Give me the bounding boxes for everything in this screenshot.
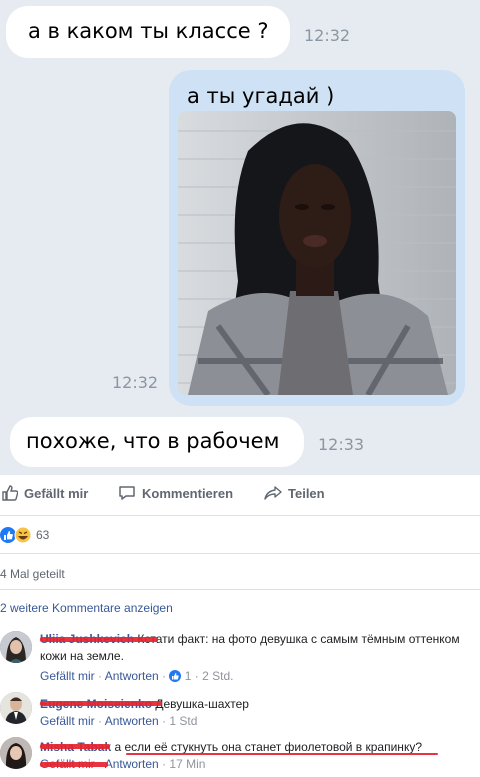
avatar-image xyxy=(0,692,32,724)
share-label: Teilen xyxy=(288,485,325,501)
comment-text: а если её стукнуть она станет фиолетовой… xyxy=(114,740,422,754)
share-icon xyxy=(264,486,282,500)
like-reaction-icon xyxy=(169,670,182,682)
comment: Eugene Moiseienko Девушка-шахтер Gefällt… xyxy=(0,692,480,732)
avatar[interactable] xyxy=(0,692,32,724)
post-action-bar: Gefällt mir Kommentieren Teilen xyxy=(0,475,480,513)
portrait-image xyxy=(178,111,456,395)
avatar-image xyxy=(0,737,32,769)
comment-meta: Gefällt mir · Antworten · 1 · 2 Std. xyxy=(40,669,234,683)
reaction-icons xyxy=(0,526,32,544)
message-time: 12:32 xyxy=(304,26,351,45)
chat-screenshot: а в каком ты классе ? 12:32 а ты угадай … xyxy=(0,0,480,475)
more-comments-link[interactable]: 2 weitere Kommentare anzeigen xyxy=(0,601,480,615)
message-text: похоже, что в рабочем xyxy=(26,429,280,453)
reaction-count: 63 xyxy=(36,528,50,542)
comment-age[interactable]: 17 Min xyxy=(169,757,205,771)
comment-reply-link[interactable]: Antworten xyxy=(105,669,159,683)
divider xyxy=(0,515,480,516)
comment-meta: Gefällt mir · Antworten · 1 Std xyxy=(40,714,198,728)
comment-like-link[interactable]: Gefällt mir xyxy=(40,714,95,728)
redaction-mark xyxy=(40,762,108,767)
redaction-mark xyxy=(40,701,162,706)
comment-reply-link[interactable]: Antworten xyxy=(105,757,159,771)
divider xyxy=(0,589,480,590)
comment-age[interactable]: 1 Std xyxy=(169,714,197,728)
message-text: а в каком ты классе ? xyxy=(28,19,269,43)
post-footer: Gefällt mir Kommentieren Teilen 63 4 Mal… xyxy=(0,475,480,771)
like-button[interactable]: Gefällt mir xyxy=(2,485,88,501)
comment-label: Kommentieren xyxy=(142,485,234,501)
underline-mark xyxy=(126,753,438,755)
like-label: Gefällt mir xyxy=(24,485,89,501)
comment-icon xyxy=(119,486,135,500)
share-button[interactable]: Teilen xyxy=(264,485,325,501)
redaction-mark xyxy=(40,744,110,749)
comment-button[interactable]: Kommentieren xyxy=(118,485,233,501)
avatar[interactable] xyxy=(0,737,32,769)
avatar[interactable] xyxy=(0,631,32,663)
divider xyxy=(0,553,480,554)
shares-count[interactable]: 4 Mal geteilt xyxy=(0,567,480,581)
comment-reply-link[interactable]: Antworten xyxy=(105,714,159,728)
incoming-message-bubble: похоже, что в рабочем xyxy=(10,417,304,467)
comment: Uliia Jushkevich Кстати факт: на фото де… xyxy=(0,629,480,685)
redaction-mark xyxy=(40,637,158,642)
message-photo[interactable] xyxy=(178,111,456,395)
comment-like-count: 1 xyxy=(184,669,192,683)
thumbs-up-icon xyxy=(2,485,18,501)
incoming-message-bubble: а в каком ты классе ? xyxy=(6,6,290,58)
comment-text: Девушка-шахтер xyxy=(155,697,249,711)
message-text: а ты угадай ) xyxy=(187,84,335,108)
message-time: 12:32 xyxy=(112,373,159,392)
comment-like-link[interactable]: Gefällt mir xyxy=(40,669,95,683)
comment-age[interactable]: 2 Std. xyxy=(202,669,233,683)
reactions-summary[interactable]: 63 xyxy=(0,525,480,545)
avatar-image xyxy=(0,631,32,663)
message-time: 12:33 xyxy=(318,435,365,454)
comment: Misha Tabak а если её стукнуть она стане… xyxy=(0,737,480,777)
